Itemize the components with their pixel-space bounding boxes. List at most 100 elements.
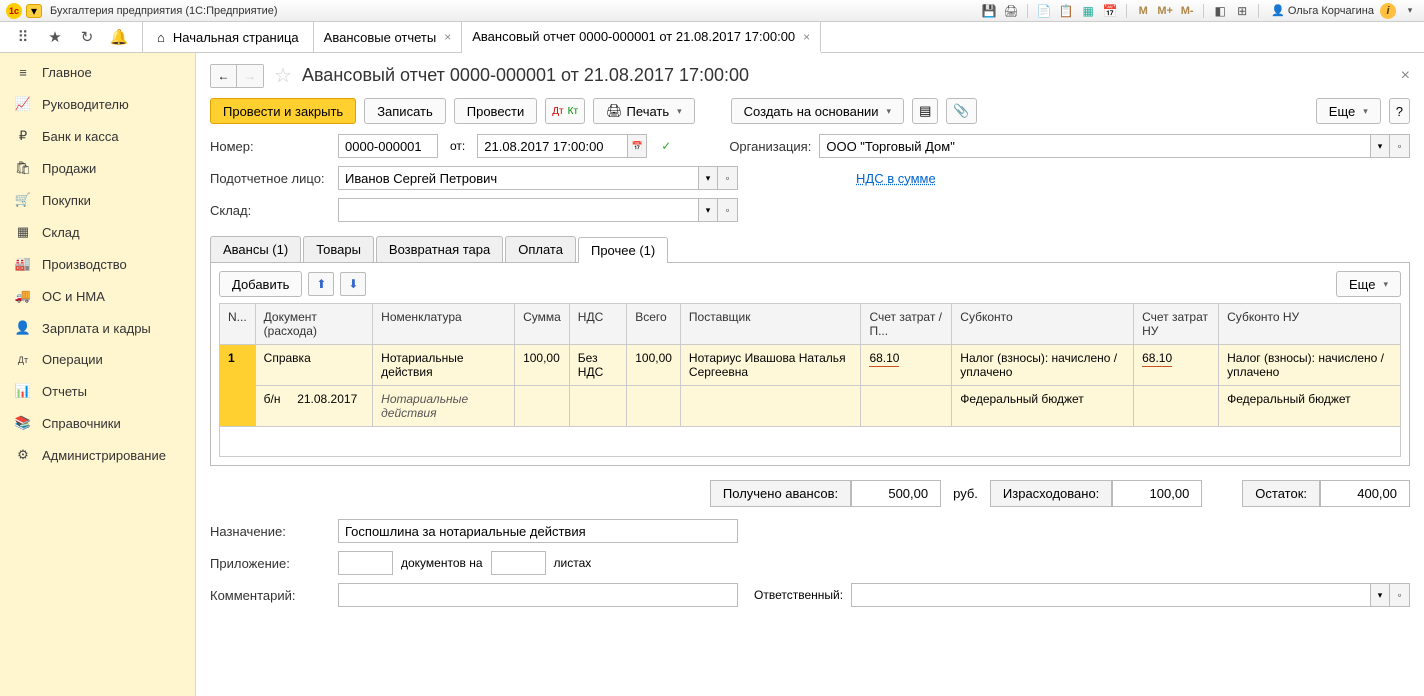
save-icon[interactable]: 💾: [981, 3, 997, 19]
close-icon[interactable]: ×: [444, 30, 451, 44]
tab-other[interactable]: Прочее (1): [578, 237, 668, 263]
col-subnu[interactable]: Субконто НУ: [1219, 304, 1401, 345]
purpose-input[interactable]: [338, 519, 738, 543]
sidebar-item-os[interactable]: 🚚ОС и НМА: [0, 280, 195, 312]
form-button[interactable]: ▤: [912, 98, 938, 124]
tab-expense-report-doc[interactable]: Авансовый отчет 0000-000001 от 21.08.201…: [462, 22, 821, 53]
sidebar-item-sales[interactable]: 🛍Продажи: [0, 152, 195, 184]
col-nds[interactable]: НДС: [569, 304, 626, 345]
col-doc[interactable]: Документ (расхода): [255, 304, 373, 345]
forward-button[interactable]: →: [237, 65, 263, 87]
move-up-button[interactable]: ⬆: [308, 272, 334, 296]
favorite-star-icon[interactable]: ☆: [274, 63, 292, 88]
print-button[interactable]: 🖨Печать: [593, 98, 695, 124]
print-icon[interactable]: 🖨: [1003, 3, 1019, 19]
star-icon[interactable]: ★: [46, 28, 64, 46]
tab-containers[interactable]: Возвратная тара: [376, 236, 503, 262]
sidebar-item-salary[interactable]: 👤Зарплата и кадры: [0, 312, 195, 344]
col-nom[interactable]: Номенклатура: [373, 304, 515, 345]
person-input[interactable]: [338, 166, 698, 190]
sidebar-item-warehouse[interactable]: ▦Склад: [0, 216, 195, 248]
cell-nom: Нотариальные действия: [373, 345, 515, 386]
calendar-icon[interactable]: 📅: [1102, 3, 1118, 19]
col-total[interactable]: Всего: [627, 304, 681, 345]
sidebar-item-admin[interactable]: ⚙Администрирование: [0, 439, 195, 471]
col-sum[interactable]: Сумма: [515, 304, 570, 345]
dropdown-icon[interactable]: ▾: [1370, 583, 1390, 607]
table-row[interactable]: 1 Справка Нотариальные действия 100,00 Б…: [220, 345, 1401, 386]
write-button[interactable]: Записать: [364, 98, 446, 124]
apps-icon[interactable]: ⠿: [14, 28, 32, 46]
info-icon[interactable]: i: [1380, 3, 1396, 19]
calendar-icon[interactable]: 📅: [627, 134, 647, 158]
number-input[interactable]: [338, 134, 438, 158]
open-icon[interactable]: ▫: [1390, 583, 1410, 607]
home-tab[interactable]: ⌂ Начальная страница: [143, 22, 314, 52]
dropdown-icon[interactable]: ▾: [1370, 134, 1390, 158]
col-accnu[interactable]: Счет затрат НУ: [1134, 304, 1219, 345]
col-n[interactable]: N...: [220, 304, 256, 345]
doc-icon[interactable]: 📄: [1036, 3, 1052, 19]
sheets-count-input[interactable]: [491, 551, 546, 575]
user-label[interactable]: 👤Ольга Корчагина: [1271, 4, 1374, 17]
sidebar-item-catalogs[interactable]: 📚Справочники: [0, 407, 195, 439]
tab-expense-reports[interactable]: Авансовые отчеты ×: [314, 22, 463, 52]
cell-doc2: б/н 21.08.2017: [255, 386, 373, 427]
date-input[interactable]: [477, 134, 627, 158]
bell-icon[interactable]: 🔔: [110, 28, 128, 46]
chevron-down-icon[interactable]: ▾: [1402, 3, 1418, 19]
col-sub[interactable]: Субконто: [952, 304, 1134, 345]
check-icon[interactable]: ✓: [661, 139, 671, 153]
dropdown-icon[interactable]: ▾: [698, 198, 718, 222]
attach-button[interactable]: 📎: [946, 98, 976, 124]
clipboard-icon[interactable]: 📋: [1058, 3, 1074, 19]
help-button[interactable]: ?: [1389, 98, 1410, 124]
open-icon[interactable]: ▫: [1390, 134, 1410, 158]
dtkt-button[interactable]: ДтКт: [545, 98, 585, 124]
create-based-button[interactable]: Создать на основании: [731, 98, 904, 124]
from-label: от:: [450, 139, 465, 153]
window-icon[interactable]: ⊞: [1234, 3, 1250, 19]
nds-link[interactable]: НДС в сумме: [856, 171, 936, 186]
sidebar-item-production[interactable]: 🏭Производство: [0, 248, 195, 280]
add-button[interactable]: Добавить: [219, 271, 302, 297]
tab-payment[interactable]: Оплата: [505, 236, 576, 262]
layout-icon[interactable]: ◧: [1212, 3, 1228, 19]
app-menu-button[interactable]: ▾: [26, 4, 42, 18]
tab-advances[interactable]: Авансы (1): [210, 236, 301, 262]
docs-count-input[interactable]: [338, 551, 393, 575]
table-row[interactable]: б/н 21.08.2017 Нотариальные действия Фед…: [220, 386, 1401, 427]
grid-icon[interactable]: ▦: [1080, 3, 1096, 19]
sidebar-item-reports[interactable]: 📊Отчеты: [0, 375, 195, 407]
sidebar-item-purchases[interactable]: 🛒Покупки: [0, 184, 195, 216]
col-vendor[interactable]: Поставщик: [680, 304, 861, 345]
back-button[interactable]: ←: [211, 65, 237, 87]
sidebar-item-operations[interactable]: ДтОперации: [0, 344, 195, 375]
close-icon[interactable]: ×: [803, 30, 810, 44]
post-close-button[interactable]: Провести и закрыть: [210, 98, 356, 124]
cell-subnu: Налог (взносы): начислено / уплачено: [1219, 345, 1401, 386]
dropdown-icon[interactable]: ▾: [698, 166, 718, 190]
close-doc-button[interactable]: ×: [1401, 67, 1410, 85]
sidebar-item-manager[interactable]: 📈Руководителю: [0, 88, 195, 120]
resp-input[interactable]: [851, 583, 1370, 607]
sidebar-item-bank[interactable]: ₽Банк и касса: [0, 120, 195, 152]
m-minus-button[interactable]: M-: [1179, 3, 1195, 19]
history-icon[interactable]: ↻: [78, 28, 96, 46]
sidebar-item-main[interactable]: ≡Главное: [0, 57, 195, 88]
move-down-button[interactable]: ⬇: [340, 272, 366, 296]
m-plus-button[interactable]: M+: [1157, 3, 1173, 19]
open-icon[interactable]: ▫: [718, 166, 738, 190]
tab-goods[interactable]: Товары: [303, 236, 374, 262]
more-button[interactable]: Еще: [1316, 98, 1381, 124]
warehouse-input[interactable]: [338, 198, 698, 222]
m-button[interactable]: M: [1135, 3, 1151, 19]
warehouse-label: Склад:: [210, 203, 330, 218]
open-icon[interactable]: ▫: [718, 198, 738, 222]
table-more-button[interactable]: Еще: [1336, 271, 1401, 297]
org-input[interactable]: [819, 134, 1370, 158]
col-acc[interactable]: Счет затрат / П...: [861, 304, 952, 345]
post-button[interactable]: Провести: [454, 98, 538, 124]
comment-input[interactable]: [338, 583, 738, 607]
bars-icon: 📊: [14, 383, 32, 399]
